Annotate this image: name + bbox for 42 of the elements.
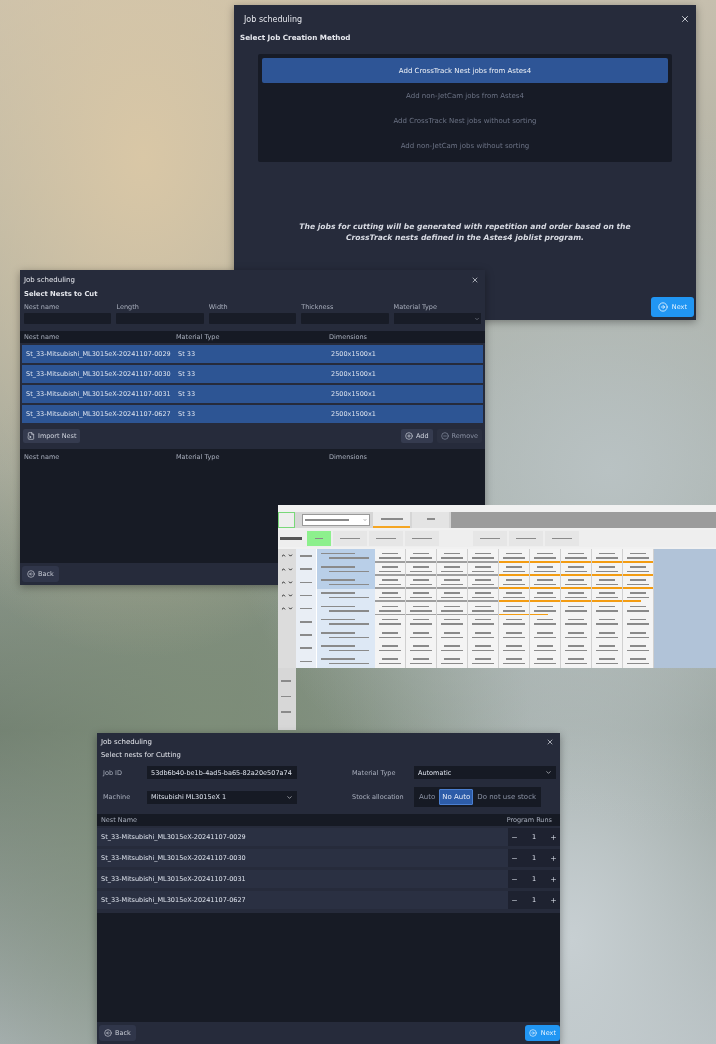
chevron-down-icon[interactable] — [288, 553, 293, 559]
increment-button[interactable] — [550, 896, 557, 904]
action-button[interactable] — [369, 531, 403, 546]
tab[interactable] — [373, 512, 410, 528]
plus-icon — [405, 432, 413, 440]
action-button[interactable] — [509, 531, 543, 546]
increment-button[interactable] — [550, 854, 557, 862]
window-title: Job scheduling — [244, 14, 303, 24]
action-button[interactable] — [333, 531, 367, 546]
chevron-down-icon[interactable] — [288, 606, 293, 612]
action-button[interactable] — [545, 531, 579, 546]
machine-select[interactable] — [302, 514, 370, 526]
chevron-down-icon — [545, 769, 552, 776]
arrow-right-icon — [657, 302, 668, 312]
side-panel — [278, 668, 296, 730]
increment-button[interactable] — [550, 833, 557, 841]
action-button[interactable] — [307, 531, 331, 546]
chevron-down-icon[interactable] — [288, 579, 293, 585]
row-handle[interactable] — [278, 549, 296, 563]
increment-button[interactable] — [550, 875, 557, 883]
id-cell — [296, 549, 317, 563]
arrow-right-icon — [528, 1029, 537, 1037]
chevron-down-icon[interactable] — [288, 592, 293, 598]
chevron-up-icon[interactable] — [281, 579, 286, 585]
arrow-left-icon — [104, 1029, 112, 1037]
chevron-up-icon[interactable] — [281, 553, 286, 559]
minus-icon — [440, 432, 449, 440]
close-button[interactable] — [680, 14, 690, 24]
action-button[interactable] — [405, 531, 439, 546]
cell-title-mark — [280, 537, 302, 540]
chevron-down-icon — [474, 315, 480, 322]
arrow-left-icon — [27, 570, 35, 578]
file-icon — [27, 432, 35, 440]
chevron-down-icon[interactable] — [288, 566, 293, 572]
chevron-up-icon[interactable] — [281, 566, 286, 572]
close-button[interactable] — [546, 738, 554, 746]
tab[interactable] — [412, 512, 449, 528]
chevron-down-icon — [286, 793, 293, 801]
chevron-up-icon[interactable] — [281, 592, 286, 598]
action-button[interactable] — [473, 531, 507, 546]
chevron-up-icon[interactable] — [281, 606, 286, 612]
close-button[interactable] — [471, 276, 479, 284]
